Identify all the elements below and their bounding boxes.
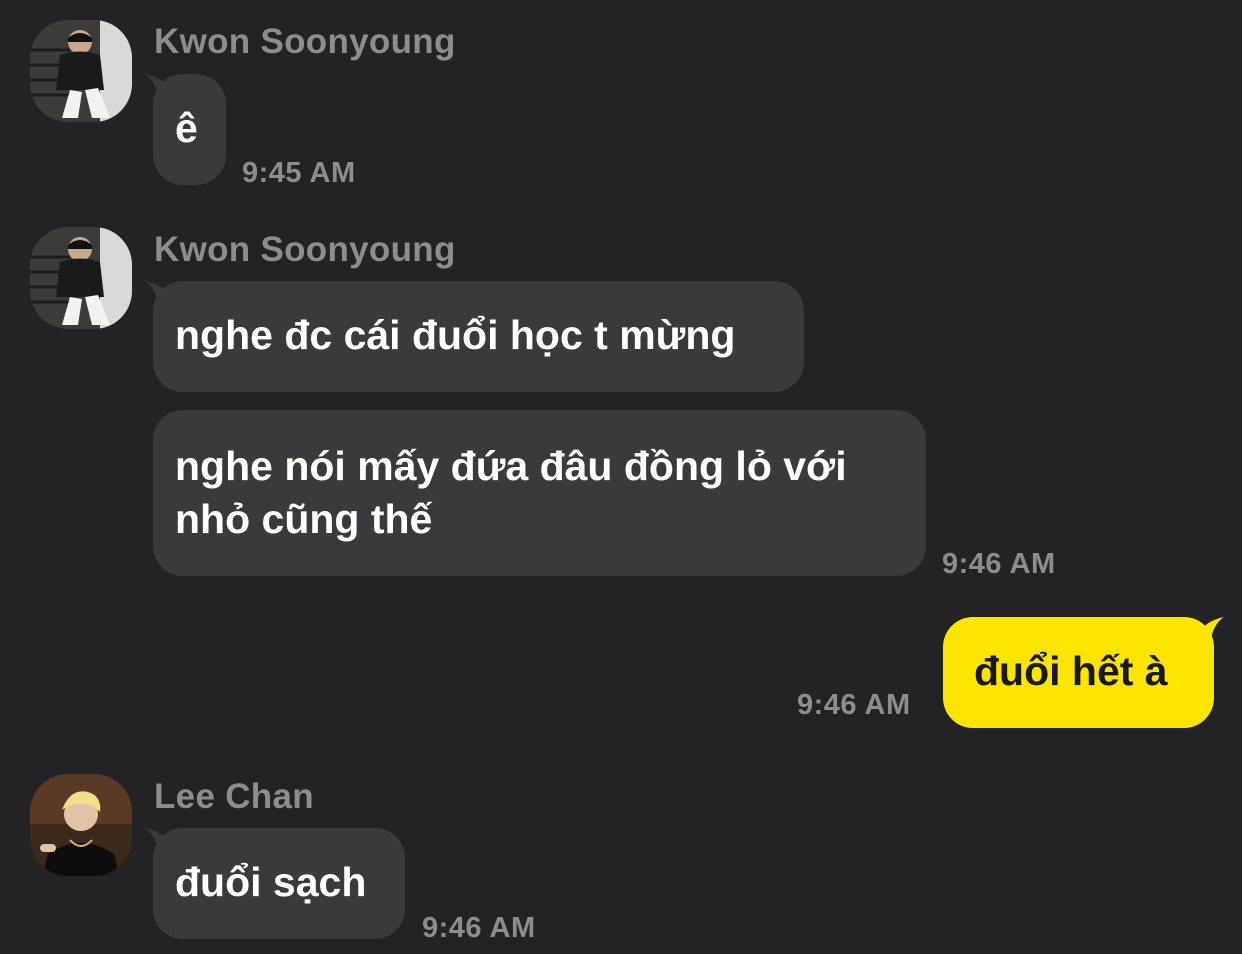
- message-timestamp: 9:45 AM: [242, 157, 356, 189]
- sender-avatar[interactable]: [30, 20, 132, 122]
- message-text: ê: [175, 105, 198, 151]
- kwon-soonyoung-avatar-image: [30, 20, 132, 122]
- message-bubble[interactable]: nghe nói mấy đứa đâu đồng lỏ với nhỏ cũn…: [153, 410, 926, 576]
- message-timestamp: 9:46 AM: [942, 548, 1056, 580]
- message-text-line: nhỏ cũng thế: [175, 496, 433, 542]
- kwon-soonyoung-avatar-image: [30, 227, 132, 329]
- message-text: đuổi sạch: [175, 859, 367, 905]
- sender-name: Lee Chan: [154, 777, 314, 816]
- message-text: đuổi hết à: [974, 648, 1168, 694]
- message-text-line: nghe nói mấy đứa đâu đồng lỏ với: [175, 443, 847, 489]
- sender-avatar[interactable]: [30, 774, 132, 876]
- sender-avatar[interactable]: [30, 227, 132, 329]
- sender-name: Kwon Soonyoung: [154, 22, 456, 61]
- message-text: nghe đc cái đuổi học t mừng: [175, 312, 736, 358]
- message-timestamp: 9:46 AM: [422, 912, 536, 944]
- message-bubble[interactable]: ê: [153, 74, 226, 185]
- sender-name: Kwon Soonyoung: [154, 230, 456, 269]
- lee-chan-avatar-image: [30, 774, 132, 876]
- message-bubble-outgoing[interactable]: đuổi hết à: [943, 617, 1214, 728]
- message-timestamp: 9:46 AM: [797, 689, 911, 721]
- message-bubble[interactable]: đuổi sạch: [153, 828, 405, 939]
- message-bubble[interactable]: nghe đc cái đuổi học t mừng: [153, 281, 804, 392]
